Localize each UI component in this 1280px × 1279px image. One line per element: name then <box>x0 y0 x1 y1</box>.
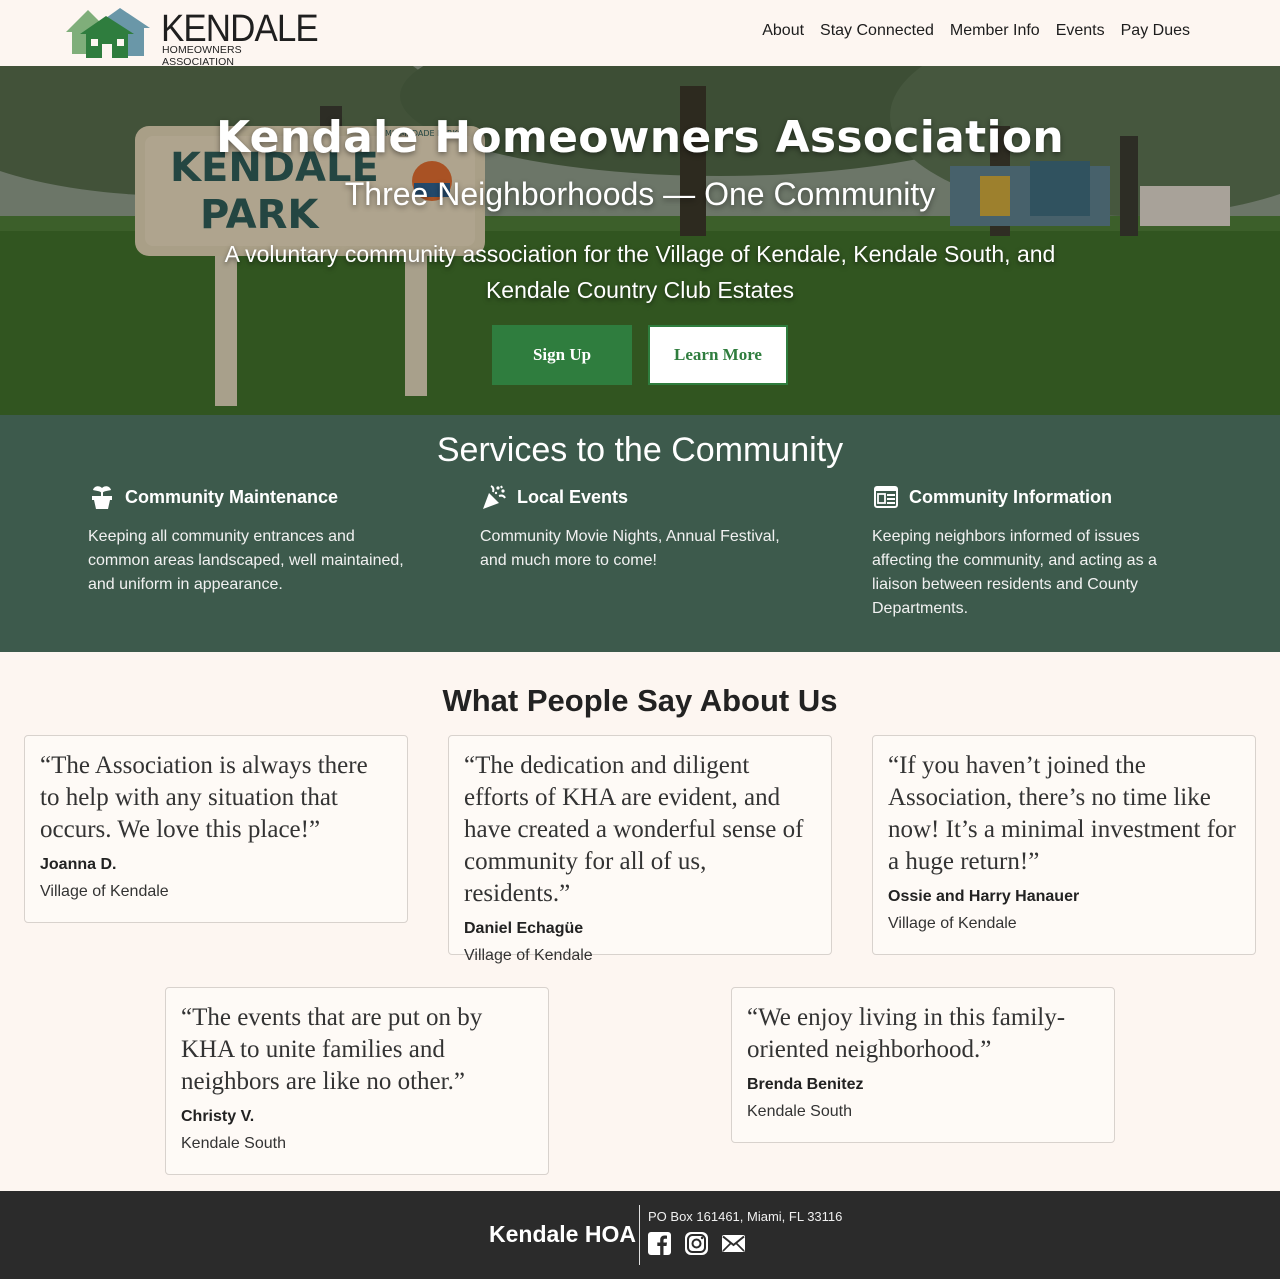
top-nav: KENDALE HOMEOWNERS ASSOCIATION About Sta… <box>0 0 1280 68</box>
services-section: Services to the Community Community Main… <box>0 415 1280 652</box>
service-title: Local Events <box>517 486 629 507</box>
testimonial-author: Christy V. <box>181 1108 255 1125</box>
party-popper-icon <box>480 484 507 511</box>
testimonial-neighborhood: Village of Kendale <box>888 915 1017 932</box>
nav-pay-dues[interactable]: Pay Dues <box>1121 22 1190 40</box>
nav-stay-connected[interactable]: Stay Connected <box>820 22 934 40</box>
testimonial-neighborhood: Village of Kendale <box>40 883 169 900</box>
testimonial-neighborhood: Village of Kendale <box>464 947 593 964</box>
testimonial-author: Ossie and Harry Hanauer <box>888 888 1080 905</box>
learn-more-button[interactable]: Learn More <box>648 325 788 385</box>
hero-title: Kendale Homeowners Association <box>215 112 1065 163</box>
newspaper-icon <box>872 484 899 511</box>
nav-about[interactable]: About <box>762 22 804 40</box>
testimonial-neighborhood: Kendale South <box>181 1135 286 1152</box>
service-description: Community Movie Nights, Annual Festival,… <box>480 528 780 569</box>
site-logo[interactable]: KENDALE HOMEOWNERS ASSOCIATION <box>64 6 319 68</box>
logo-wordmark: KENDALE <box>161 8 319 50</box>
main-menu: About Stay Connected Member Info Events … <box>762 22 1190 40</box>
logo-subtitle: HOMEOWNERS ASSOCIATION <box>162 44 242 68</box>
sign-up-button[interactable]: Sign Up <box>492 325 632 385</box>
instagram-icon[interactable] <box>685 1232 708 1255</box>
testimonial-quote: “The events that are put on by KHA to un… <box>181 1004 483 1095</box>
testimonial-author: Joanna D. <box>40 856 117 873</box>
site-footer: Kendale HOA PO Box 161461, Miami, FL 331… <box>0 1191 1280 1279</box>
houses-logo-icon <box>66 8 150 58</box>
testimonial-quote: “We enjoy living in this family-oriented… <box>747 1004 1066 1063</box>
service-community-information: Community Information Keeping neighbors … <box>872 483 1202 621</box>
testimonial-neighborhood: Kendale South <box>747 1103 852 1120</box>
nav-events[interactable]: Events <box>1056 22 1105 40</box>
social-links <box>648 1232 745 1255</box>
hero-banner: KENDALE PARK MIAMI-DADE PARKS Kendale Ho… <box>0 66 1280 415</box>
testimonial-quote: “The Association is always there to help… <box>40 752 368 843</box>
testimonial-quote: “The dedication and diligent efforts of … <box>464 752 804 907</box>
service-community-maintenance: Community Maintenance Keeping all commun… <box>88 483 418 597</box>
footer-address: PO Box 161461, Miami, FL 33116 <box>648 1209 843 1224</box>
services-title: Services to the Community <box>436 431 844 469</box>
email-icon[interactable] <box>722 1232 745 1255</box>
testimonial-card: “If you haven’t joined the Association, … <box>872 735 1256 955</box>
facebook-icon[interactable] <box>648 1232 671 1255</box>
service-description: Keeping neighbors informed of issues aff… <box>872 528 1157 617</box>
service-local-events: Local Events Community Movie Nights, Ann… <box>480 483 810 573</box>
plant-pot-icon <box>88 484 115 511</box>
testimonial-author: Daniel Echagüe <box>464 920 584 937</box>
nav-member-info[interactable]: Member Info <box>950 22 1040 40</box>
testimonial-quote: “If you haven’t joined the Association, … <box>888 752 1236 875</box>
testimonial-card: “The events that are put on by KHA to un… <box>165 987 549 1175</box>
footer-brand: Kendale HOA <box>489 1221 636 1247</box>
testimonials-title: What People Say About Us <box>442 683 838 718</box>
footer-divider <box>639 1205 640 1265</box>
service-description: Keeping all community entrances and comm… <box>88 528 404 593</box>
service-title: Community Maintenance <box>125 486 339 507</box>
testimonial-card: “We enjoy living in this family-oriented… <box>731 987 1115 1143</box>
testimonial-card: “The Association is always there to help… <box>24 735 408 923</box>
service-title: Community Information <box>909 486 1112 507</box>
hero-description: A voluntary community association for th… <box>224 241 1056 303</box>
hero-subtitle: Three Neighborhoods — One Community <box>344 176 936 212</box>
testimonial-author: Brenda Benitez <box>747 1076 864 1093</box>
testimonial-card: “The dedication and diligent efforts of … <box>448 735 832 964</box>
